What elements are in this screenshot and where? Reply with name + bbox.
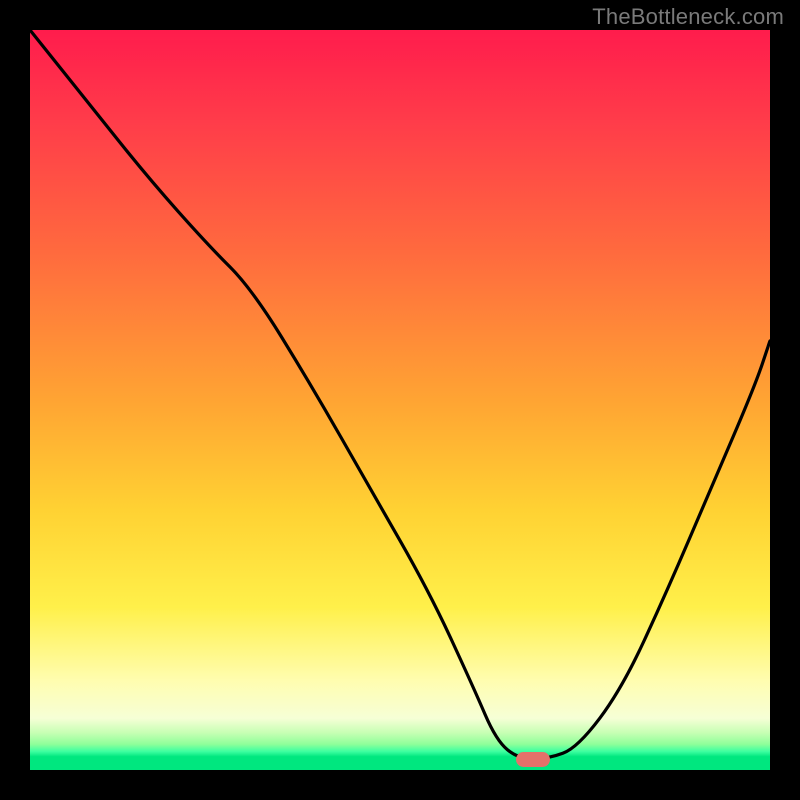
bottleneck-curve — [30, 30, 770, 770]
optimal-marker — [516, 752, 550, 767]
plot-area — [30, 30, 770, 770]
watermark-text: TheBottleneck.com — [592, 4, 784, 30]
chart-frame: TheBottleneck.com — [0, 0, 800, 800]
